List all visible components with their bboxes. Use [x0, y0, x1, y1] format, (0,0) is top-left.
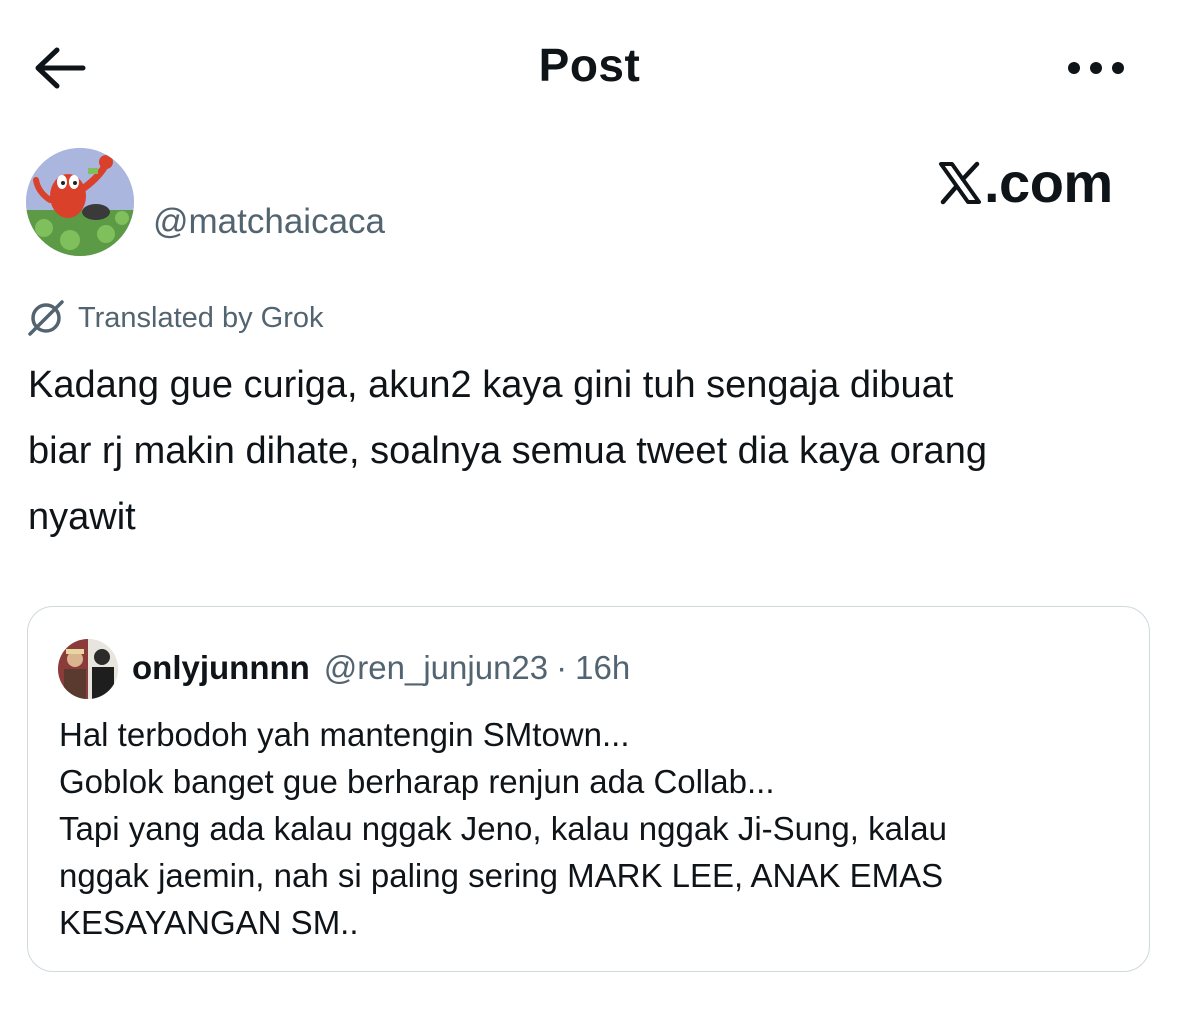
translation-label: Translated by Grok [78, 301, 324, 334]
quoted-display-name[interactable]: onlyjunnnn [132, 649, 310, 687]
x-logo-icon [939, 161, 981, 204]
grok-icon [28, 300, 64, 336]
quoted-text-line: KESAYANGAN SM.. [59, 904, 359, 941]
translation-notice[interactable]: Translated by Grok [26, 298, 324, 338]
post-text-line: biar rj makin dihate, soalnya semua twee… [28, 430, 987, 472]
page-title: Post [538, 39, 641, 91]
quoted-text-line: Tapi yang ada kalau nggak Jeno, kalau ng… [59, 810, 947, 847]
author-avatar[interactable] [26, 148, 134, 256]
quoted-text-line: Hal terbodoh yah mantengin SMtown... [59, 716, 630, 753]
separator-dot: · [556, 649, 568, 686]
quoted-timestamp[interactable]: 16h [575, 649, 630, 687]
brand-watermark: .com [938, 150, 1113, 215]
quoted-post-text: Hal terbodoh yah mantengin SMtown... Gob… [59, 711, 1129, 946]
quoted-text-line: nggak jaemin, nah si paling sering MARK … [59, 857, 944, 894]
brand-label: .com [984, 151, 1113, 214]
more-horizontal-icon [1068, 62, 1124, 74]
quoted-post-header: onlyjunnnn @ren_junjun23 · 16h [132, 645, 630, 691]
avatar-cartoon-crab [26, 148, 134, 256]
author-handle[interactable]: @matchaicaca [153, 202, 385, 242]
post-text-line: nyawit [28, 496, 136, 538]
avatar-photo-icon [58, 639, 118, 699]
quoted-text-line: Goblok banget gue berharap renjun ada Co… [59, 763, 775, 800]
post-page: Post @matchaicaca .com Translated by Gro… [0, 0, 1179, 1016]
quoted-handle[interactable]: @ren_junjun23 [324, 649, 548, 687]
quoted-author-avatar[interactable] [58, 639, 118, 699]
more-options-button[interactable] [1062, 48, 1130, 88]
post-text: Kadang gue curiga, akun2 kaya gini tuh s… [28, 352, 1148, 550]
quoted-post-card[interactable]: onlyjunnnn @ren_junjun23 · 16h Hal terbo… [27, 606, 1150, 972]
post-text-line: Kadang gue curiga, akun2 kaya gini tuh s… [28, 364, 954, 406]
